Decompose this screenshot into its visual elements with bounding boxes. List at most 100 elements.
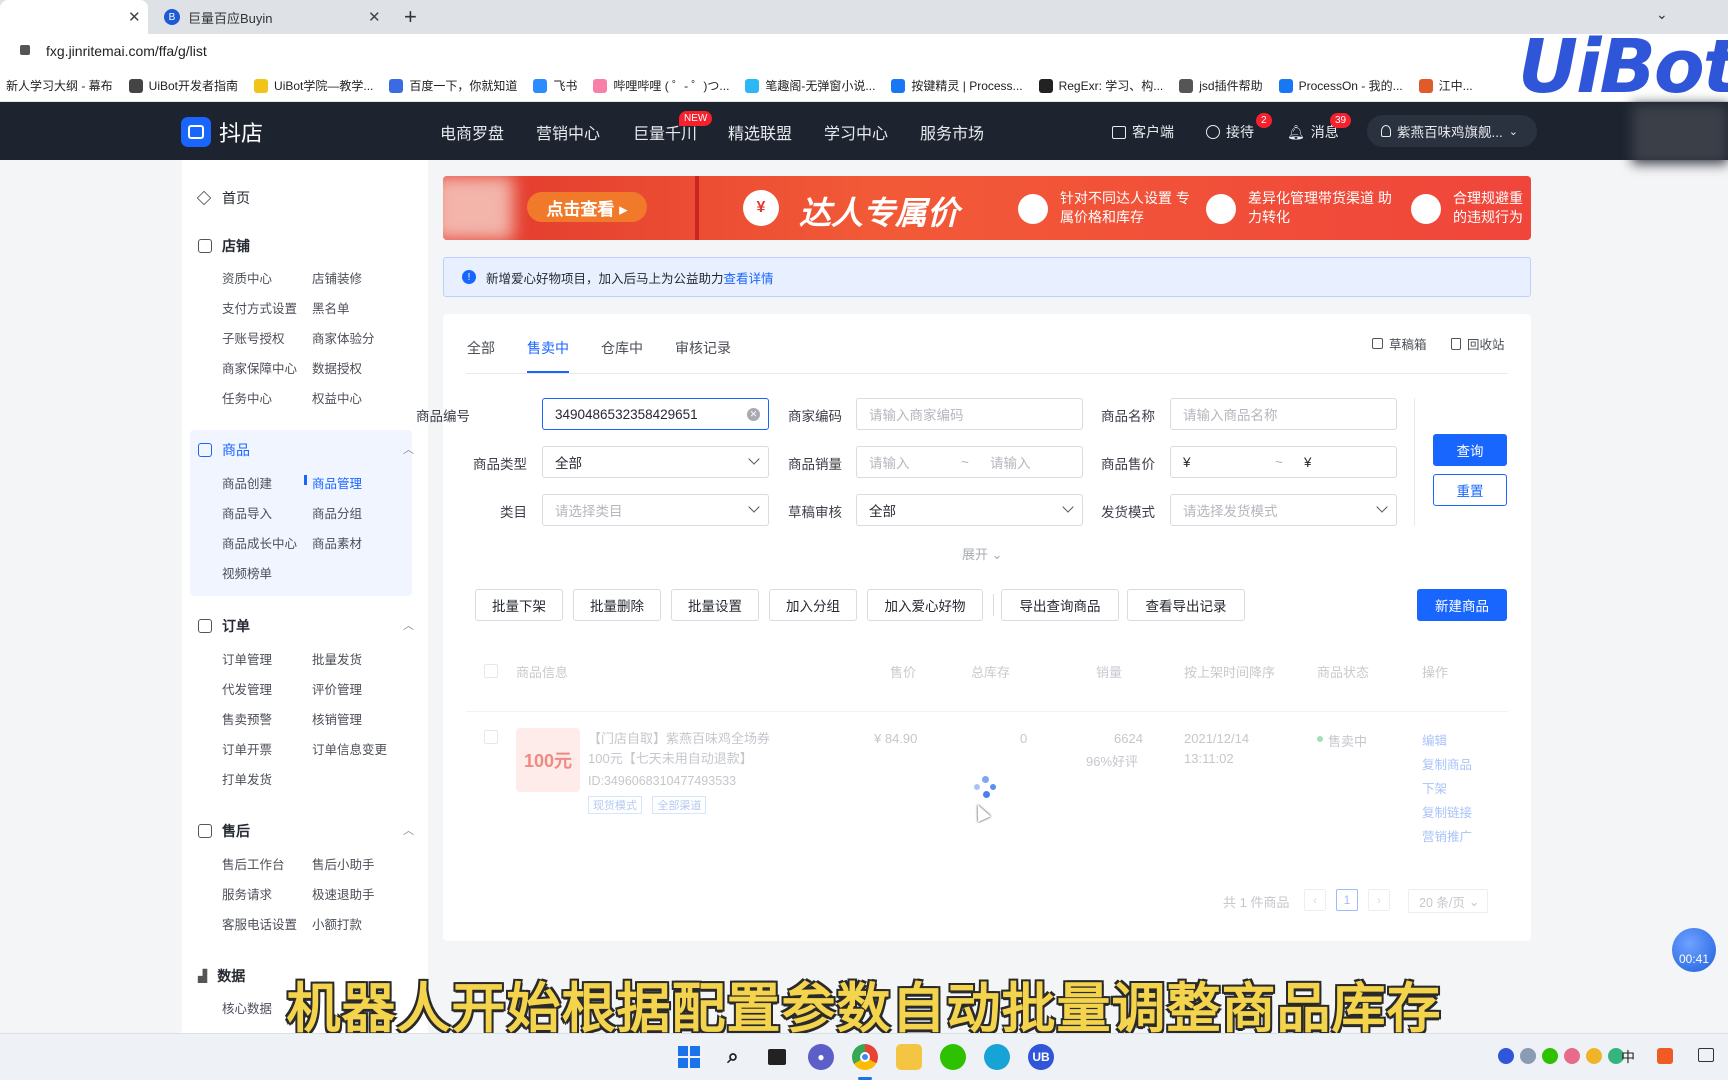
close-icon[interactable]: ✕: [128, 8, 141, 26]
clear-icon[interactable]: ✕: [747, 408, 760, 421]
nav-learning-center[interactable]: 学习中心: [824, 120, 888, 144]
tray-app-icon[interactable]: [1564, 1048, 1580, 1064]
bookmark-item[interactable]: ProcessOn - 我的...: [1278, 77, 1403, 94]
sidebar-item[interactable]: 小额打款: [312, 914, 362, 933]
new-product-button[interactable]: 新建商品: [1417, 589, 1507, 621]
tray-app2-icon[interactable]: [1586, 1048, 1602, 1064]
bookmark-item[interactable]: 笔趣阁-无弹窗小说...: [745, 77, 875, 94]
sidebar-section-goods[interactable]: 商品: [198, 440, 250, 460]
product-id-input[interactable]: 3490486532358429651 ✕: [542, 398, 769, 430]
expand-toggle[interactable]: 展开 ⌄: [962, 544, 1003, 563]
sidebar-item[interactable]: 售后小助手: [312, 854, 375, 873]
sidebar-item[interactable]: 数据授权: [312, 358, 362, 377]
bookmark-item[interactable]: 飞书: [533, 77, 577, 94]
bookmark-item[interactable]: 新人学习大纲 - 幕布: [6, 77, 113, 94]
sidebar-item[interactable]: 权益中心: [312, 388, 362, 407]
sidebar-item[interactable]: 订单管理: [222, 649, 272, 668]
sidebar-item[interactable]: 服务请求: [222, 884, 272, 903]
chrome-icon[interactable]: [852, 1044, 878, 1070]
sales-to-placeholder[interactable]: 请输入: [990, 452, 1031, 472]
sidebar-item[interactable]: 售后工作台: [222, 854, 285, 873]
doudian-logo[interactable]: 抖店: [181, 116, 263, 148]
file-explorer-icon[interactable]: [896, 1044, 922, 1070]
sidebar-item[interactable]: 批量发货: [312, 649, 362, 668]
category-select[interactable]: 请选择类目: [542, 494, 769, 526]
nav-service-market[interactable]: 服务市场: [920, 120, 984, 144]
sidebar-item[interactable]: 核销管理: [312, 709, 362, 728]
drafts-button[interactable]: 草稿箱: [1372, 334, 1427, 353]
sidebar-item[interactable]: 黑名单: [312, 298, 350, 317]
nav-marketing-center[interactable]: 营销中心: [536, 120, 600, 144]
close-icon[interactable]: ✕: [368, 8, 381, 26]
sidebar-item[interactable]: 极速退助手: [312, 884, 375, 903]
row-op-link[interactable]: 营销推广: [1422, 825, 1472, 849]
sidebar-item[interactable]: 代发管理: [222, 679, 272, 698]
action-button-6[interactable]: 查看导出记录: [1127, 589, 1245, 621]
col-stock[interactable]: 总库存: [971, 662, 1010, 681]
sidebar-item[interactable]: 视频榜单: [222, 563, 272, 582]
sidebar-item[interactable]: 店铺装修: [312, 268, 362, 287]
reset-button[interactable]: 重置: [1433, 474, 1507, 506]
action-button-0[interactable]: 批量下架: [475, 589, 563, 621]
sales-from-placeholder[interactable]: 请输入: [869, 452, 910, 472]
uibot-icon[interactable]: UB: [1028, 1044, 1054, 1070]
sidebar-item[interactable]: 支付方式设置: [222, 298, 297, 317]
sidebar-item[interactable]: 商品创建: [222, 473, 272, 492]
price-range-input[interactable]: ¥ ~ ¥: [1170, 446, 1397, 478]
tab-0[interactable]: 全部: [467, 338, 495, 358]
action-button-5[interactable]: 导出查询商品: [1001, 589, 1119, 621]
row-op-link[interactable]: 复制链接: [1422, 801, 1472, 825]
row-op-link[interactable]: 复制商品: [1422, 753, 1472, 777]
recycle-bin-button[interactable]: 回收站: [1451, 334, 1505, 353]
tray-network-icon[interactable]: [1520, 1048, 1536, 1064]
merchant-code-input[interactable]: 请输入商家编码: [856, 398, 1083, 430]
sidebar-item[interactable]: 订单开票: [222, 739, 272, 758]
action-button-1[interactable]: 批量删除: [573, 589, 661, 621]
nav-ecommerce-compass[interactable]: 电商罗盘: [440, 120, 504, 144]
tray-sogou-icon[interactable]: [1657, 1048, 1673, 1064]
sales-range-input[interactable]: 请输入 ~ 请输入: [856, 446, 1083, 478]
row-op-link[interactable]: 编辑: [1422, 729, 1472, 753]
col-sort-listing-time[interactable]: 按上架时间降序: [1184, 662, 1275, 681]
sidebar-item[interactable]: 商品分组: [312, 503, 362, 522]
sidebar-item[interactable]: 商家体验分: [312, 328, 375, 347]
price-to-symbol[interactable]: ¥: [1304, 455, 1312, 470]
col-sales[interactable]: 销量: [1096, 662, 1122, 681]
sidebar-item[interactable]: 商品素材: [312, 533, 362, 552]
search-icon[interactable]: ⌕: [720, 1044, 746, 1070]
sidebar-item[interactable]: 任务中心: [222, 388, 272, 407]
notice-link[interactable]: 查看详情: [724, 268, 774, 287]
select-all-checkbox[interactable]: [484, 664, 498, 678]
sidebar-item[interactable]: 商品导入: [222, 503, 272, 522]
bookmark-item[interactable]: 江中...: [1418, 77, 1473, 94]
sidebar-item[interactable]: 打单发货: [222, 769, 272, 788]
client-button[interactable]: 客户端: [1112, 122, 1174, 142]
sidebar-item[interactable]: 子账号授权: [222, 328, 285, 347]
action-button-4[interactable]: 加入爱心好物: [867, 589, 983, 621]
ime-indicator[interactable]: 中: [1621, 1047, 1635, 1067]
price-from-symbol[interactable]: ¥: [1183, 455, 1191, 470]
prev-page-button[interactable]: ‹: [1304, 889, 1326, 911]
bookmark-item[interactable]: RegExr: 学习、构...: [1038, 77, 1163, 94]
chevron-up-icon[interactable]: ︿: [403, 822, 414, 838]
row-checkbox[interactable]: [484, 730, 498, 744]
page-size-select[interactable]: 20 条/页 ⌄: [1408, 889, 1488, 913]
tab-1[interactable]: 售卖中: [527, 338, 569, 358]
task-view-icon[interactable]: [764, 1044, 790, 1070]
sidebar-item[interactable]: 商家保障中心: [222, 358, 297, 377]
bookmark-item[interactable]: 按键精灵 | Process...: [891, 77, 1023, 94]
action-button-3[interactable]: 加入分组: [769, 589, 857, 621]
ship-mode-select[interactable]: 请选择发货模式: [1170, 494, 1397, 526]
sidebar-item[interactable]: 资质中心: [222, 268, 272, 287]
browser-tab-active[interactable]: ✕: [0, 0, 148, 34]
product-title[interactable]: 【门店自取】紫燕百味鸡全场券100元【七天未用自动退款】: [588, 729, 788, 769]
notification-icon[interactable]: [1698, 1048, 1714, 1062]
draft-review-select[interactable]: 全部: [856, 494, 1083, 526]
page-1-button[interactable]: 1: [1336, 889, 1358, 911]
tab-list-chevron-icon[interactable]: ⌄: [1656, 6, 1668, 23]
chevron-up-icon[interactable]: ︿: [403, 617, 414, 633]
tray-wechat-icon[interactable]: [1542, 1048, 1558, 1064]
account-menu[interactable]: 紫燕百味鸡旗舰... ⌄: [1367, 115, 1537, 147]
bookmark-item[interactable]: jsd插件帮助: [1179, 77, 1263, 94]
row-op-link[interactable]: 下架: [1422, 777, 1472, 801]
